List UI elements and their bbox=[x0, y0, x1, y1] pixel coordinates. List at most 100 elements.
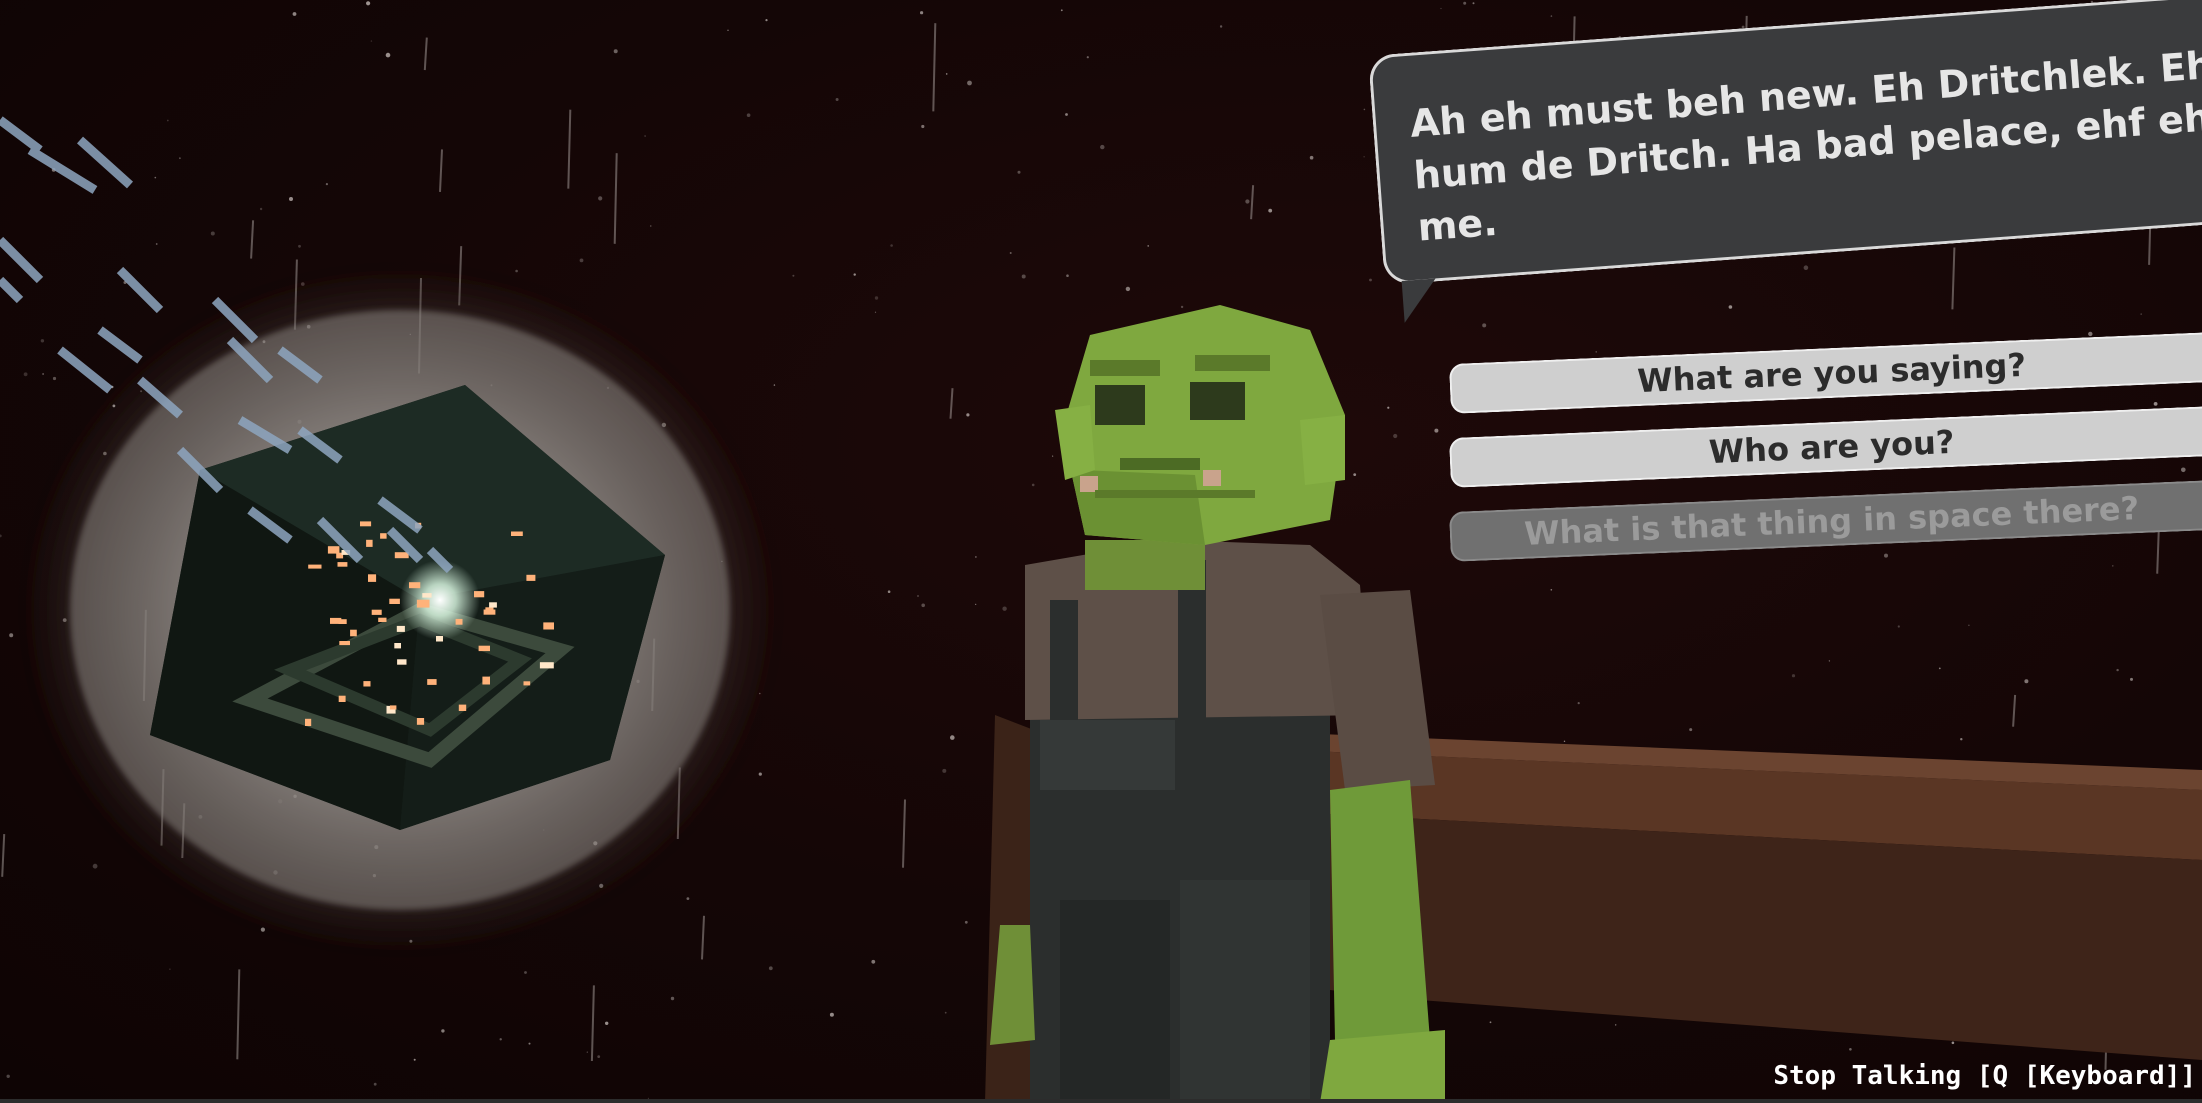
star bbox=[292, 12, 297, 16]
portal-spark bbox=[474, 591, 485, 598]
star bbox=[0, 534, 2, 538]
light-beam bbox=[0, 116, 43, 154]
star bbox=[887, 590, 891, 593]
portal-spark bbox=[389, 705, 397, 710]
portal-spark bbox=[337, 562, 348, 567]
star bbox=[298, 244, 301, 248]
portal-spark bbox=[371, 609, 382, 615]
portal-spark bbox=[368, 574, 377, 582]
space-streak bbox=[932, 23, 937, 112]
star bbox=[524, 971, 527, 974]
star bbox=[605, 1021, 609, 1025]
portal-spark bbox=[427, 679, 437, 685]
star bbox=[40, 339, 45, 343]
portal-spark bbox=[422, 593, 432, 598]
star bbox=[945, 73, 948, 75]
npc-dritchlek[interactable] bbox=[990, 305, 1445, 1103]
portal-spark bbox=[485, 607, 494, 612]
star bbox=[2112, 565, 2114, 567]
portal-spark bbox=[308, 564, 322, 569]
portal-spark bbox=[330, 617, 342, 624]
star bbox=[871, 959, 876, 964]
star bbox=[686, 897, 690, 900]
star bbox=[727, 29, 729, 31]
star bbox=[1369, 278, 1372, 282]
star bbox=[528, 1042, 531, 1045]
star bbox=[835, 98, 839, 101]
npc-speech-bubble: Ah eh must beh new. Eh Dritchlek. Eh hum… bbox=[1368, 0, 2202, 355]
star bbox=[1353, 473, 1357, 476]
portal-spark bbox=[338, 695, 346, 702]
star bbox=[1060, 9, 1063, 12]
game-viewport: Ah eh must beh new. Eh Dritchlek. Eh hum… bbox=[0, 0, 2202, 1103]
star bbox=[1363, 156, 1365, 158]
portal-spark bbox=[366, 539, 373, 547]
star bbox=[1100, 144, 1105, 150]
star bbox=[1884, 553, 1888, 558]
star bbox=[42, 373, 44, 375]
star bbox=[1463, 1, 1467, 5]
portal-spark bbox=[489, 602, 497, 608]
star bbox=[921, 603, 925, 608]
star bbox=[1017, 170, 1021, 174]
star bbox=[1577, 702, 1580, 705]
star bbox=[515, 269, 518, 273]
portal-spark bbox=[339, 641, 350, 646]
portal-spark bbox=[478, 645, 490, 652]
star bbox=[920, 11, 924, 15]
portal-spark bbox=[482, 676, 490, 685]
star bbox=[829, 1012, 834, 1017]
light-beam bbox=[57, 346, 113, 394]
star bbox=[644, 135, 646, 137]
space-streak bbox=[439, 149, 443, 192]
star bbox=[1951, 1041, 1955, 1045]
star bbox=[1393, 433, 1398, 439]
star bbox=[1065, 113, 1068, 116]
star bbox=[6, 1074, 10, 1079]
light-beam bbox=[27, 146, 98, 194]
star bbox=[2181, 467, 2186, 473]
star bbox=[758, 772, 762, 776]
star bbox=[1689, 728, 1693, 732]
star bbox=[1066, 274, 1069, 278]
star bbox=[765, 19, 768, 22]
star bbox=[1125, 286, 1131, 292]
star bbox=[1147, 245, 1149, 247]
space-streak bbox=[590, 985, 595, 1062]
space-streak bbox=[236, 969, 241, 1060]
star bbox=[670, 996, 675, 1001]
star bbox=[773, 384, 776, 386]
star bbox=[975, 556, 977, 558]
star bbox=[179, 157, 181, 160]
star bbox=[1219, 25, 1223, 28]
star bbox=[1309, 155, 1314, 160]
light-beam bbox=[0, 236, 44, 284]
star bbox=[2088, 331, 2093, 337]
star bbox=[154, 176, 157, 179]
star bbox=[1009, 252, 1012, 254]
space-streak bbox=[423, 37, 428, 71]
star bbox=[1472, 2, 1475, 5]
portal-spark bbox=[523, 681, 531, 686]
space-streak bbox=[902, 799, 906, 868]
star bbox=[385, 52, 391, 58]
star bbox=[1245, 199, 1250, 204]
star bbox=[1387, 406, 1390, 409]
portal-spark bbox=[416, 718, 425, 725]
star bbox=[917, 595, 919, 597]
star bbox=[155, 243, 158, 245]
star bbox=[890, 244, 893, 247]
star bbox=[597, 1055, 601, 1058]
star bbox=[1849, 1048, 1852, 1051]
star bbox=[921, 124, 925, 129]
space-streak bbox=[2012, 694, 2017, 727]
portal-spark bbox=[378, 617, 387, 622]
star bbox=[964, 920, 968, 924]
star bbox=[1434, 428, 1439, 433]
portal-spark bbox=[458, 704, 467, 711]
star bbox=[1791, 674, 1796, 678]
star bbox=[366, 1, 371, 6]
star bbox=[1897, 625, 1900, 628]
star bbox=[259, 207, 263, 211]
star bbox=[1550, 589, 1553, 591]
